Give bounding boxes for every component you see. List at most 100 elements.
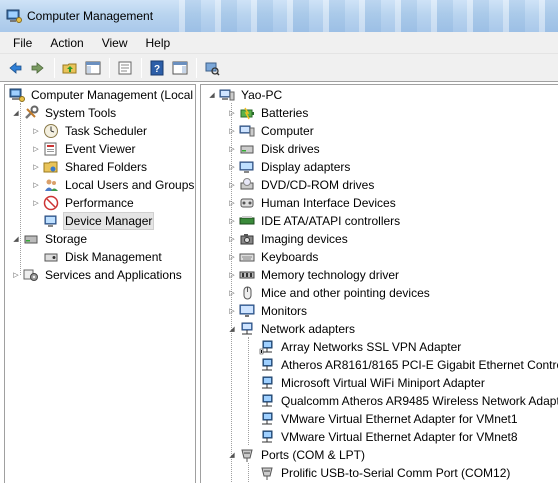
device-item[interactable]: VMware Virtual Ethernet Adapter for VMne… [247,410,520,428]
properties-icon [118,61,132,74]
collapsed-arrow-icon[interactable]: ▷ [227,302,237,320]
device-label: Imaging devices [261,232,348,246]
device-category[interactable]: ▷ DVD/CD-ROM drives [227,176,376,194]
device-label: Qualcomm Atheros AR9485 Wireless Network… [281,394,558,408]
scan-for-hardware-changes-button[interactable] [201,57,223,79]
device-item[interactable]: Qualcomm Atheros AR9485 Wireless Network… [247,392,558,410]
disk-icon [44,253,58,262]
collapsed-arrow-icon[interactable]: ▷ [31,122,41,140]
tree-item-label: Computer Management (Local [31,88,194,102]
collapsed-arrow-icon[interactable]: ▷ [227,176,237,194]
tree-item-event-viewer[interactable]: ▷ Event Viewer [31,140,137,158]
device-category[interactable]: ▷ Monitors [227,302,309,320]
menu-help[interactable]: Help [137,32,180,54]
keyboard-icon [239,253,255,262]
menu-action[interactable]: Action [41,32,92,54]
title-bar[interactable]: Computer Management [0,0,558,32]
collapsed-arrow-icon[interactable]: ▷ [11,266,21,284]
services-icon [23,269,38,281]
device-item[interactable]: Array Networks SSL VPN Adapter [247,338,463,356]
device-label: IDE ATA/ATAPI controllers [261,214,401,228]
collapsed-arrow-icon[interactable]: ▷ [227,230,237,248]
device-tree-root[interactable]: ◢ Yao-PC [207,86,284,104]
device-label: Computer [261,124,314,138]
device-item[interactable]: Prolific USB-to-Serial Comm Port (COM12) [247,464,512,482]
device-category[interactable]: ▷ Display adapters [227,158,352,176]
storage-icon [24,235,38,244]
collapsed-arrow-icon[interactable]: ▷ [227,104,237,122]
device-category[interactable]: ▷ IDE ATA/ATAPI controllers [227,212,402,230]
tree-item-services-and-applications[interactable]: ▷ Services and Applications [11,266,184,284]
tree-item-task-scheduler[interactable]: ▷ Task Scheduler [31,122,149,140]
collapsed-arrow-icon[interactable]: ▷ [31,176,41,194]
mouse-icon [243,286,252,300]
toolbar-separator [109,57,110,78]
menu-file[interactable]: File [4,32,41,54]
svg-text:?: ? [154,64,160,75]
properties-button[interactable] [114,57,136,79]
device-category[interactable]: ▷ Imaging devices [227,230,350,248]
hid-icon [240,198,254,208]
device-category[interactable]: ▷ Mice and other pointing devices [227,284,432,302]
device-item[interactable]: VMware Virtual Ethernet Adapter for VMne… [247,428,520,446]
collapsed-arrow-icon[interactable]: ▷ [227,248,237,266]
device-category[interactable]: ▷ Memory technology driver [227,266,401,284]
device-item[interactable]: Microsoft Virtual WiFi Miniport Adapter [247,374,487,392]
tree-item-disk-management[interactable]: Disk Management [31,248,164,266]
expanded-arrow-icon[interactable]: ◢ [207,86,217,104]
device-item[interactable]: Atheros AR8161/8165 PCI-E Gigabit Ethern… [247,356,558,374]
tree-item-local-users-and-groups[interactable]: ▷ Local Users and Groups [31,176,195,194]
collapsed-arrow-icon[interactable]: ▷ [227,284,237,302]
collapsed-arrow-icon[interactable]: ▷ [227,158,237,176]
collapsed-arrow-icon[interactable]: ▷ [227,212,237,230]
tree-item-storage[interactable]: ◢ Storage [11,230,89,248]
tree-item-computer-management[interactable]: Computer Management (Local [7,86,195,104]
collapsed-arrow-icon[interactable]: ▷ [227,194,237,212]
collapsed-arrow-icon[interactable]: ▷ [31,158,41,176]
device-label: Memory technology driver [261,268,400,282]
show-hide-console-tree-button[interactable] [82,57,104,79]
tree-item-label: Device Manager [63,212,155,230]
menu-view[interactable]: View [93,32,137,54]
tree-item-performance[interactable]: ▷ Performance [31,194,136,212]
network-adapter-warning-icon [259,340,273,355]
device-category[interactable]: ◢ Network adapters [227,320,357,338]
device-label: DVD/CD-ROM drives [261,178,375,192]
show-hide-action-pane-button[interactable] [169,57,191,79]
help-button[interactable]: ? [146,57,168,79]
collapsed-arrow-icon[interactable]: ▷ [31,140,41,158]
collapsed-arrow-icon[interactable]: ▷ [227,122,237,140]
device-category[interactable]: ▷ Human Interface Devices [227,194,398,212]
device-category[interactable]: ▷ Disk drives [227,140,322,158]
performance-icon [43,195,59,211]
tree-item-device-manager[interactable]: Device Manager [31,212,155,230]
device-category[interactable]: ▷ Batteries [227,104,310,122]
expanded-arrow-icon[interactable]: ◢ [11,104,21,122]
console-tree-pane[interactable]: Computer Management (Local ◢ System Tool… [4,84,196,483]
collapsed-arrow-icon[interactable]: ▷ [227,140,237,158]
forward-button[interactable] [27,57,49,79]
tree-item-label: Task Scheduler [65,124,148,138]
expanded-arrow-icon[interactable]: ◢ [227,446,237,464]
back-button[interactable] [4,57,26,79]
tree-item-label: Local Users and Groups [65,178,195,192]
expanded-arrow-icon[interactable]: ◢ [11,230,21,248]
expanded-arrow-icon[interactable]: ◢ [227,320,237,338]
device-tree-pane[interactable]: ◢ Yao-PC ▷ Batteries ▷ Computer ▷ Disk drives… [200,84,558,483]
collapsed-arrow-icon[interactable]: ▷ [227,266,237,284]
collapsed-arrow-icon[interactable]: ▷ [31,194,41,212]
device-category[interactable]: ◢ Ports (COM & LPT) [227,446,367,464]
up-one-level-button[interactable] [59,57,81,79]
tree-item-system-tools[interactable]: ◢ System Tools [11,104,118,122]
device-label: Prolific USB-to-Serial Comm Port (COM12) [281,466,511,480]
menu-bar: File Action View Help [0,32,558,54]
toolbar-separator [196,57,197,78]
device-label: VMware Virtual Ethernet Adapter for VMne… [281,430,518,444]
device-category[interactable]: ▷ Computer [227,122,316,140]
tree-item-shared-folders[interactable]: ▷ Shared Folders [31,158,149,176]
dvd-icon [240,178,254,190]
device-category[interactable]: ▷ Keyboards [227,248,320,266]
